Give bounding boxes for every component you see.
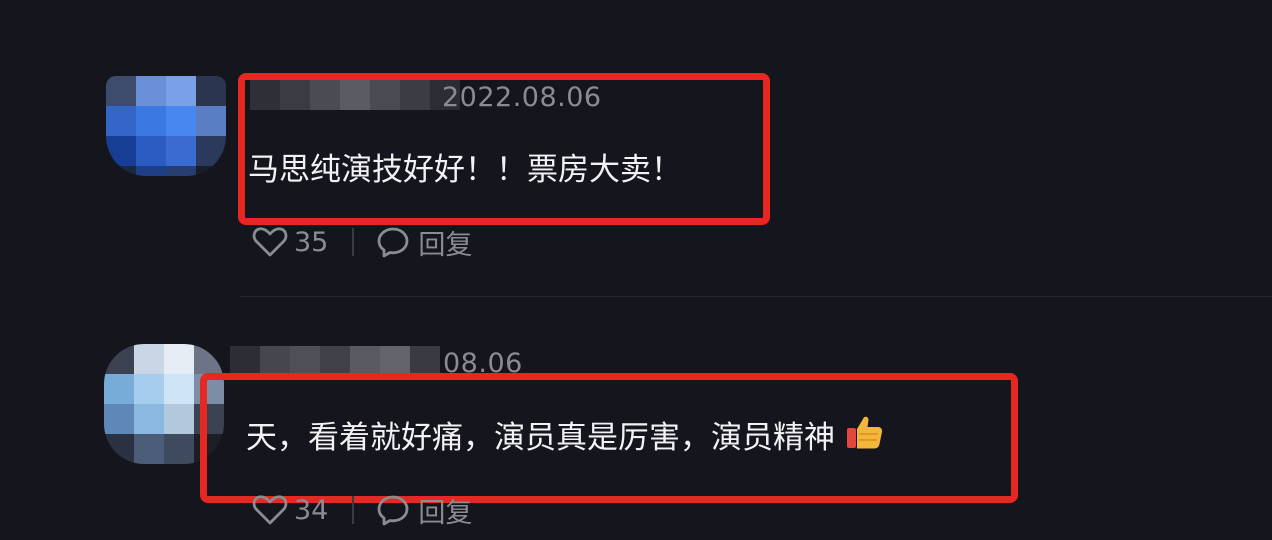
comment-bubble-icon: [377, 495, 409, 526]
username-mosaic-tile: [320, 346, 350, 376]
divider: [352, 228, 355, 256]
action-bar: 34 回复: [252, 490, 472, 530]
username-pixelated[interactable]: [230, 346, 440, 376]
username-mosaic-tile: [230, 346, 260, 376]
reply-button[interactable]: 回复: [376, 491, 472, 530]
avatar-mosaic-tile: [106, 106, 136, 136]
highlight-box: [200, 373, 1018, 503]
avatar-mosaic-tile: [134, 404, 164, 434]
avatar-mosaic-tile: [164, 404, 194, 434]
like-count: 34: [294, 494, 329, 526]
divider: [352, 496, 355, 524]
avatar-mosaic-tile: [164, 434, 194, 464]
heart-icon: [252, 227, 288, 257]
avatar-mosaic-tile: [134, 344, 164, 374]
reply-button[interactable]: 回复: [376, 223, 472, 262]
avatar-mosaic-tile: [166, 136, 196, 166]
avatar-mosaic-tile: [136, 106, 166, 136]
heart-icon: [252, 495, 288, 525]
like-button[interactable]: 34: [252, 494, 328, 526]
avatar-mosaic-tile: [136, 136, 166, 166]
like-button[interactable]: 35: [252, 226, 328, 258]
avatar-mosaic-tile: [166, 106, 196, 136]
username-mosaic-tile: [410, 346, 440, 376]
avatar[interactable]: [106, 76, 226, 176]
avatar-mosaic-tile: [104, 374, 134, 404]
avatar-mosaic-tile: [196, 106, 226, 136]
action-bar: 35 回复: [252, 222, 472, 262]
avatar-mosaic-tile: [136, 166, 166, 176]
avatar-mosaic-tile: [134, 434, 164, 464]
username-mosaic-tile: [380, 346, 410, 376]
comment-item: 2022.08.06 马思纯演技好好！！票房大卖！ 35 回复: [0, 0, 1272, 300]
avatar-mosaic-tile: [104, 404, 134, 434]
avatar-mosaic-tile: [166, 76, 196, 106]
username-mosaic-tile: [350, 346, 380, 376]
avatar-mosaic-tile: [134, 374, 164, 404]
avatar-mosaic-tile: [104, 344, 134, 374]
avatar-mosaic-tile: [196, 136, 226, 166]
username-mosaic-tile: [290, 346, 320, 376]
highlight-box: [238, 73, 770, 225]
avatar-mosaic-tile: [194, 344, 224, 374]
avatar-mosaic-tile: [106, 76, 136, 106]
avatar-mosaic-tile: [104, 434, 134, 464]
avatar-mosaic-tile: [196, 76, 226, 106]
like-count: 35: [294, 226, 329, 258]
avatar-mosaic-tile: [164, 344, 194, 374]
avatar-mosaic-tile: [196, 166, 226, 176]
reply-label: 回复: [418, 229, 473, 261]
username-mosaic-tile: [260, 346, 290, 376]
reply-label: 回复: [418, 497, 473, 529]
comment-item: 08.06 天，看着就好痛，演员真是厉害，演员精神 34 回复: [0, 300, 1272, 540]
avatar-mosaic-tile: [106, 166, 136, 176]
avatar-mosaic-tile: [164, 374, 194, 404]
avatar-mosaic-tile: [106, 136, 136, 166]
comment-divider: [240, 296, 1272, 297]
comment-bubble-icon: [377, 227, 409, 258]
avatar-mosaic-tile: [136, 76, 166, 106]
avatar-mosaic-tile: [166, 166, 196, 176]
